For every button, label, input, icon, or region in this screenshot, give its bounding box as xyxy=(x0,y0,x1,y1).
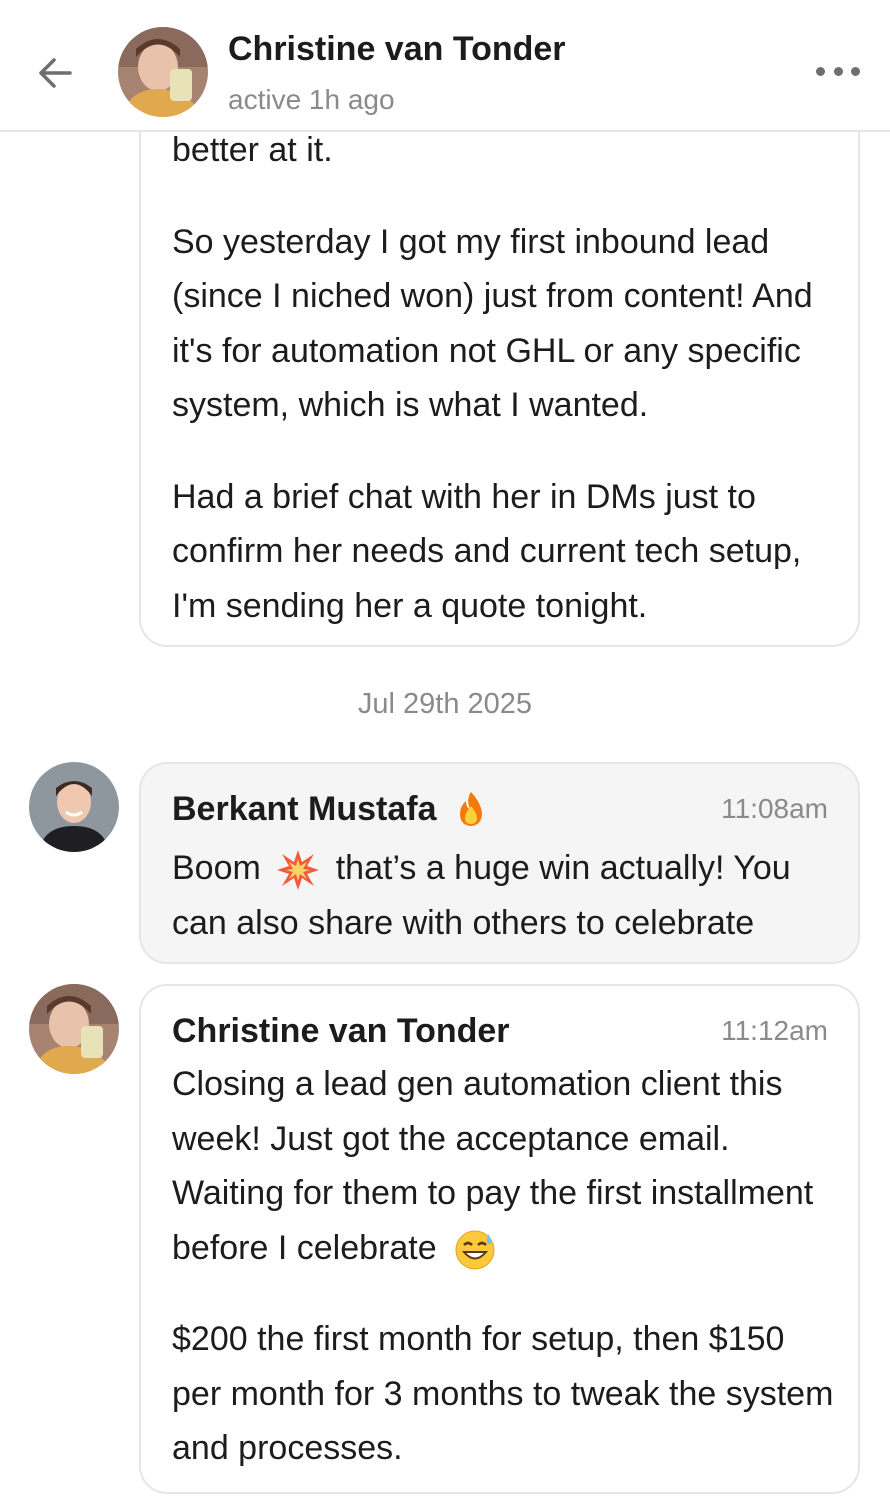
message-paragraph: Had a brief chat with her in DMs just to… xyxy=(172,477,802,625)
message-author[interactable]: Christine van Tonder xyxy=(172,1012,510,1051)
collision-emoji-icon xyxy=(277,850,320,891)
message-body: better at it. So yesterday I got my firs… xyxy=(172,123,838,633)
fire-emoji-icon xyxy=(459,792,482,826)
message-paragraph: So yesterday I got my first inbound lead… xyxy=(172,222,813,425)
message-paragraph: Closing a lead gen automation client thi… xyxy=(172,1057,838,1275)
contact-name: Christine van Tonder xyxy=(228,30,566,68)
message-paragraph: $200 the first month for setup, then $15… xyxy=(172,1320,834,1467)
message-body: Closing a lead gen automation client thi… xyxy=(172,1057,838,1476)
message-time: 11:12am xyxy=(721,1015,828,1046)
message-header: Christine van Tonder 11:12am xyxy=(172,1006,828,1056)
sweat-smile-emoji-icon xyxy=(455,1230,495,1270)
contact-status: active 1h ago xyxy=(228,84,395,115)
more-options-button[interactable] xyxy=(816,56,860,86)
chat-header: Christine van Tonder active 1h ago xyxy=(0,0,890,132)
contact-avatar[interactable] xyxy=(118,27,208,117)
message-body: Boom that’s a huge win actually! You can… xyxy=(172,841,838,950)
berkant-avatar[interactable] xyxy=(29,762,119,852)
message-text: Boom xyxy=(172,849,261,887)
christine-avatar[interactable] xyxy=(29,984,119,1074)
arrow-left-icon xyxy=(39,58,72,88)
author-name: Berkant Mustafa xyxy=(172,789,437,828)
more-dots-icon xyxy=(816,66,825,76)
date-separator: Jul 29th 2025 xyxy=(357,688,533,720)
message-header: Berkant Mustafa 11:08am xyxy=(172,784,828,834)
message-author[interactable]: Berkant Mustafa xyxy=(172,789,491,829)
back-button[interactable] xyxy=(30,48,80,98)
message-text: that’s a huge win actually! You can also… xyxy=(172,849,791,942)
message-bubble: Christine van Tonder 11:12am Closing a l… xyxy=(139,984,860,1494)
message-bubble: better at it. So yesterday I got my firs… xyxy=(139,80,860,647)
message-bubble: Berkant Mustafa 11:08am Boom that’s a hu… xyxy=(139,762,860,964)
message-time: 11:08am xyxy=(721,793,828,824)
